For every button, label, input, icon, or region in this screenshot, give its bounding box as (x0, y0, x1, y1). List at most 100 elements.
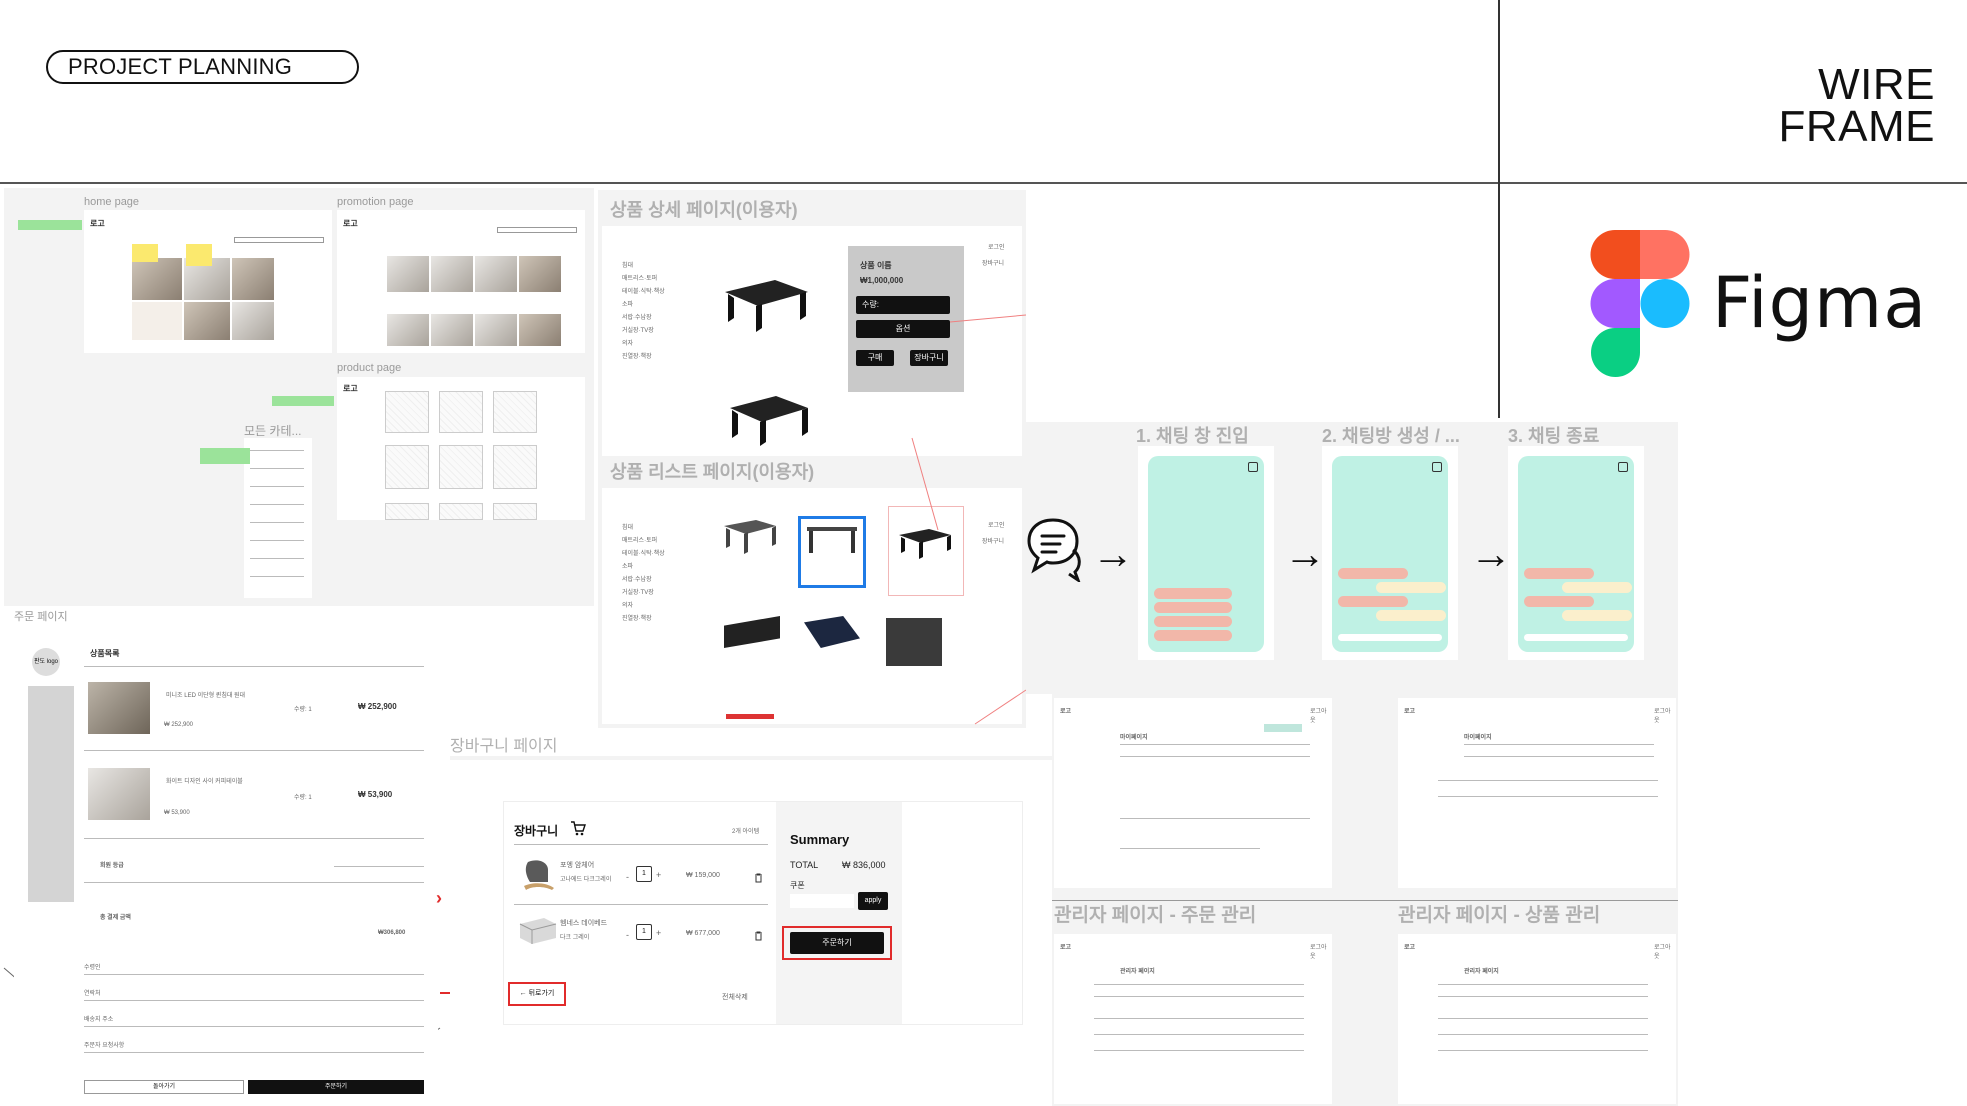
chat1-bubble-4 (1154, 630, 1232, 641)
chat3-input[interactable] (1524, 634, 1628, 641)
chat-step-2-frame (1322, 446, 1458, 660)
order-submit-button[interactable]: 주문하기 (248, 1080, 424, 1094)
chat-step-3-label: 3. 채팅 종료 (1508, 426, 1600, 446)
mypage2-tab-line (1464, 744, 1654, 745)
admin2-line-5 (1438, 1050, 1648, 1051)
cart-title: 장바구니 (514, 824, 559, 838)
chat1-bubble-2 (1154, 602, 1232, 613)
cart-item-1-trash-icon[interactable] (754, 870, 763, 888)
order-field-label-2: 배송지 주소 (84, 1017, 114, 1023)
mypage1-logo: 로고 (1060, 709, 1072, 715)
mypage2-logo: 로고 (1404, 709, 1416, 715)
cart-item-1-qty[interactable]: 1 (636, 866, 652, 882)
chat2-bubble-1 (1338, 568, 1408, 579)
admin2-logout[interactable]: 로그아웃 (1654, 942, 1676, 960)
mypage2-logout[interactable]: 로그아웃 (1654, 706, 1676, 724)
mypage2-row-2 (1438, 796, 1658, 797)
order-item-2-name: 화이트 디자인 사이 커피테이블 (166, 779, 243, 785)
chat3-exit-icon[interactable] (1618, 462, 1628, 472)
cart-item-1-plus[interactable]: + (656, 870, 661, 880)
order-grade-label: 회원 등급 (100, 863, 124, 869)
order-field-label-3: 주문자 요청사항 (84, 1043, 125, 1049)
admin-order-frame: 로고 로그아웃 관리자 페이지 (1054, 934, 1332, 1104)
admin2-line-2 (1438, 996, 1648, 997)
cart-divider-2 (514, 904, 768, 905)
cart-item-2-name: 헴네스 데이베드 (560, 920, 608, 927)
admin1-line-1 (1094, 984, 1304, 985)
order-page-frame: 판도 logo 상품목록 미니조 LED 이단형 퀸침대 원대 수량: 1 ₩ … (14, 626, 438, 1104)
chat3-bubble-1 (1524, 568, 1594, 579)
cart-total-label: TOTAL (790, 860, 819, 870)
red-arrow-to-order-icon: › (436, 888, 442, 908)
order-item-2-sub: ₩ 53,900 (164, 810, 190, 816)
order-item-2-image (88, 768, 150, 820)
mypage2-title: 마이페이지 (1464, 735, 1492, 741)
cart-apply-button[interactable]: apply (858, 892, 888, 910)
order-divider-3 (84, 838, 424, 839)
cart-item-1-image (518, 856, 558, 896)
chat-screen-2 (1332, 456, 1448, 652)
mypage-order-frame: 로고 로그아웃 마이페이지 (1054, 698, 1332, 888)
order-logo: 판도 logo (32, 648, 60, 676)
admin-product-frame: 로고 로그아웃 관리자 페이지 (1398, 934, 1676, 1104)
cart-item-2-minus[interactable]: - (626, 930, 629, 940)
order-item-2-qty: 수량: 1 (294, 795, 312, 801)
mypage1-comment-note (1264, 724, 1302, 732)
order-divider-2 (84, 750, 424, 751)
order-item-1-name: 미니조 LED 이단형 퀸침대 원대 (166, 693, 246, 699)
mypage2-tab-line-2 (1464, 756, 1654, 757)
cart-total-value: ₩ 836,000 (842, 860, 886, 870)
chat2-input[interactable] (1338, 634, 1442, 641)
chat-arrow-1: → (1092, 530, 1134, 577)
order-back-button[interactable]: 돌아가기 (84, 1080, 244, 1094)
chat-exit-icon[interactable] (1248, 462, 1258, 472)
cart-item-2-plus[interactable]: + (656, 928, 661, 938)
cart-item-2-qty[interactable]: 1 (636, 924, 652, 940)
mypage1-tab-line (1120, 744, 1310, 745)
mypage2-row-1 (1438, 780, 1658, 781)
cart-item-1-minus[interactable]: - (626, 872, 629, 882)
cart-item-2-trash-icon[interactable] (754, 928, 763, 946)
cart-back-button[interactable]: ← 뒤로가기 (508, 982, 566, 1006)
admin1-line-4 (1094, 1034, 1304, 1035)
order-field-2[interactable] (84, 1026, 424, 1027)
mypage1-line-4 (1120, 848, 1260, 849)
admin1-line-5 (1094, 1050, 1304, 1051)
cart-coupon-input[interactable] (790, 894, 854, 908)
admin2-line-3 (1438, 1018, 1648, 1019)
chat-step-2-label: 2. 채팅방 생성 / ... (1322, 426, 1460, 446)
cart-card: 장바구니 2개 아이템 포엥 암체어 고나에드 다크그레이 - 1 + ₩ 15… (504, 802, 1022, 1024)
order-field-0[interactable] (84, 974, 424, 975)
admin2-logo: 로고 (1404, 945, 1416, 951)
cart-count: 2개 아이템 (732, 829, 760, 835)
order-total-value: ₩306,800 (378, 930, 406, 936)
cart-clear-all[interactable]: 전체삭제 (722, 992, 748, 1002)
cart-item-2-price: ₩ 677,000 (686, 930, 720, 937)
order-item-1-image (88, 682, 150, 734)
cart-checkout-button[interactable]: 주문하기 (790, 932, 884, 954)
order-field-3[interactable] (84, 1052, 424, 1053)
chat-step-1-frame (1138, 446, 1274, 660)
admin2-title: 관리자 페이지 (1464, 969, 1499, 975)
order-sidebar (28, 686, 74, 902)
mypage1-logout[interactable]: 로그아웃 (1310, 706, 1332, 724)
order-field-label-1: 연락처 (84, 991, 101, 997)
chat2-exit-icon[interactable] (1432, 462, 1442, 472)
order-item-1-price: ₩ 252,900 (358, 702, 397, 711)
chat-arrow-3: → (1470, 530, 1512, 577)
order-divider-4 (84, 882, 424, 883)
mypage1-tab-line-2 (1120, 756, 1310, 757)
order-section-title: 상품목록 (90, 649, 120, 658)
chat1-bubble-3 (1154, 616, 1232, 627)
order-field-label-0: 수령인 (84, 965, 101, 971)
cart-divider-1 (514, 844, 768, 845)
admin1-line-2 (1094, 996, 1304, 997)
chat2-bubble-3 (1338, 596, 1408, 607)
order-field-1[interactable] (84, 1000, 424, 1001)
chat3-bubble-3 (1524, 596, 1594, 607)
admin-product-label: 관리자 페이지 - 상품 관리 (1398, 905, 1601, 926)
admin1-logout[interactable]: 로그아웃 (1310, 942, 1332, 960)
order-grade-field[interactable] (334, 866, 424, 867)
cart-summary-title: Summary (790, 832, 850, 847)
chat-step-3-frame (1508, 446, 1644, 660)
